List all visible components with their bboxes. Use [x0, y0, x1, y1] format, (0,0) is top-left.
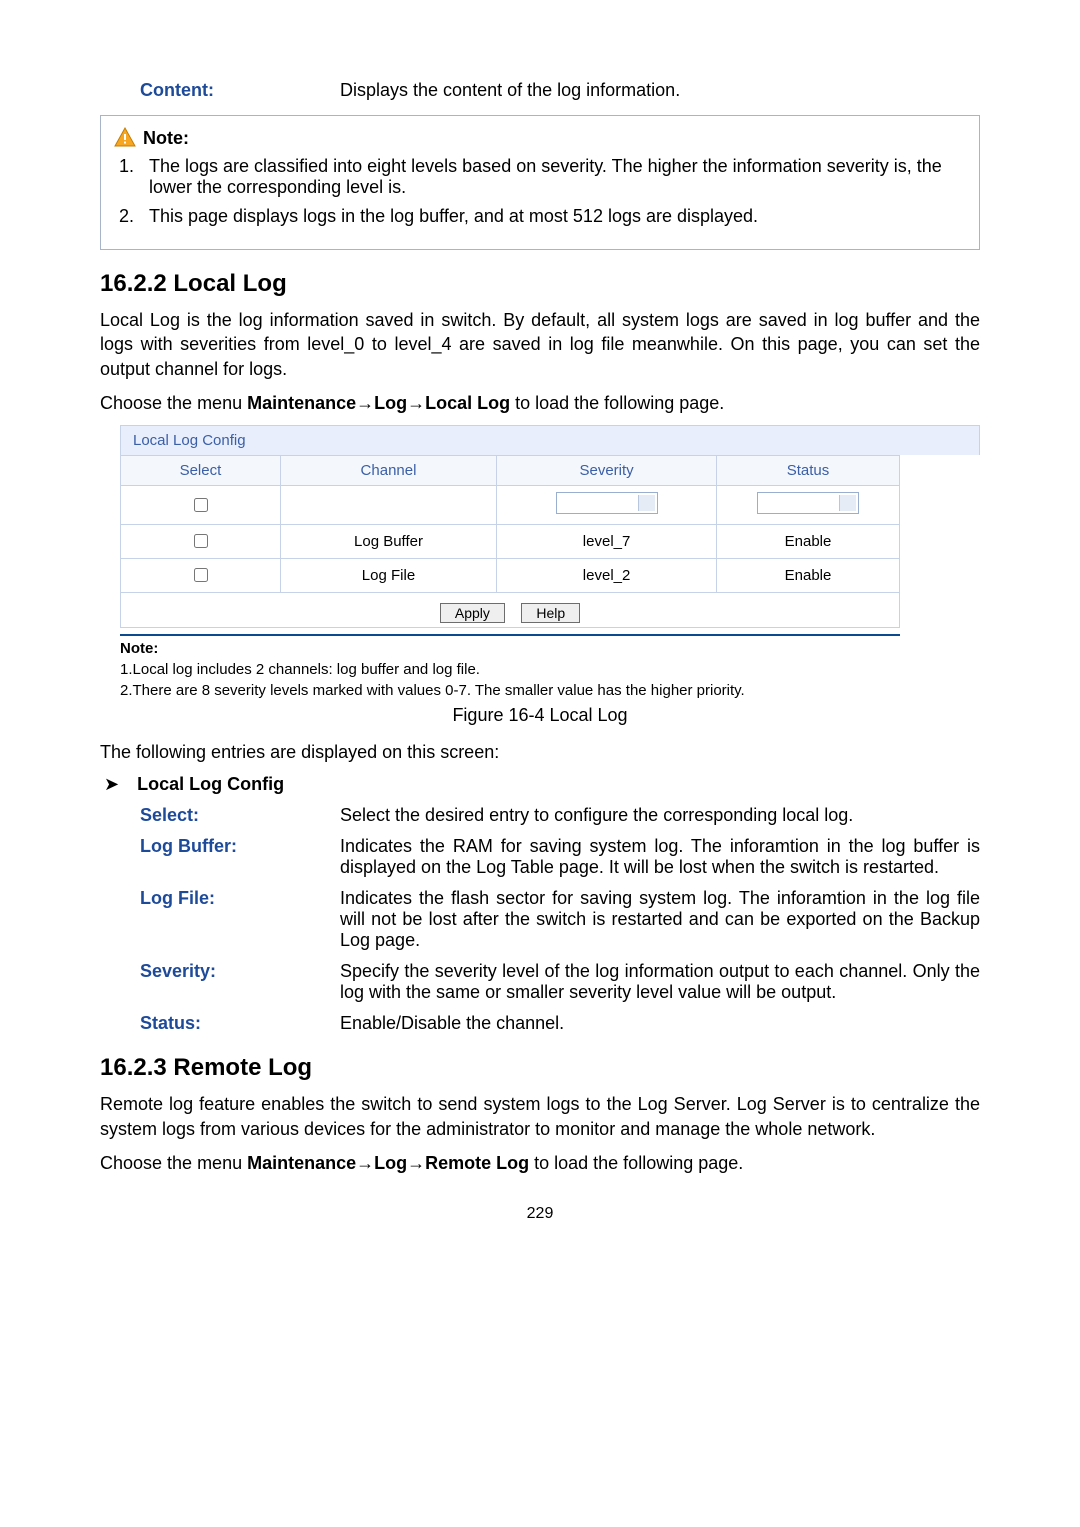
local-log-config-label: Local Log Config: [137, 774, 284, 795]
row-channel: Log File: [280, 559, 496, 593]
row-checkbox[interactable]: [194, 534, 208, 548]
local-log-config-figure: Local Log Config Select Channel Severity…: [120, 425, 980, 699]
def-row-log-file: Log File: Indicates the flash sector for…: [100, 888, 980, 951]
def-term: Select:: [100, 805, 340, 826]
def-term: Log Buffer:: [100, 836, 340, 878]
def-text: Specify the severity level of the log in…: [340, 961, 980, 1003]
severity-filter-dropdown[interactable]: ▼: [556, 492, 658, 514]
status-filter-dropdown[interactable]: ▼: [757, 492, 859, 514]
row-status: Enable: [717, 525, 900, 559]
remote-log-menu-path: Choose the menu Maintenance→Log→Remote L…: [100, 1151, 980, 1175]
select-all-checkbox[interactable]: [194, 498, 208, 512]
figure-note-line: 1.Local log includes 2 channels: log buf…: [120, 661, 980, 678]
page-number: 229: [100, 1205, 980, 1223]
local-log-menu-path: Choose the menu Maintenance→Log→Local Lo…: [100, 391, 980, 415]
content-def: Displays the content of the log informat…: [340, 80, 980, 101]
note-header-text: Note:: [143, 128, 189, 149]
content-term: Content:: [100, 80, 340, 101]
note-item: The logs are classified into eight level…: [139, 156, 967, 198]
def-row-severity: Severity: Specify the severity level of …: [100, 961, 980, 1003]
entries-intro: The following entries are displayed on t…: [100, 740, 980, 764]
section-heading-remote-log: 16.2.3 Remote Log: [100, 1054, 980, 1082]
def-text: Indicates the flash sector for saving sy…: [340, 888, 980, 951]
help-button[interactable]: Help: [521, 603, 580, 623]
figure-note-title: Note:: [120, 640, 158, 657]
def-text: Select the desired entry to configure th…: [340, 805, 980, 826]
def-term: Severity:: [100, 961, 340, 1003]
col-status: Status: [717, 456, 900, 486]
warning-icon: [113, 126, 137, 150]
def-term: Status:: [100, 1013, 340, 1034]
config-title: Local Log Config: [120, 425, 980, 455]
bullet-icon: ➤: [104, 774, 119, 795]
local-log-desc: Local Log is the log information saved i…: [100, 308, 980, 381]
row-channel: Log Buffer: [280, 525, 496, 559]
row-status: Enable: [717, 559, 900, 593]
row-severity: level_2: [497, 559, 717, 593]
row-severity: level_7: [497, 525, 717, 559]
def-term: Log File:: [100, 888, 340, 951]
note-item: This page displays logs in the log buffe…: [139, 206, 967, 227]
table-row: Log File level_2 Enable: [121, 559, 900, 593]
col-severity: Severity: [497, 456, 717, 486]
row-checkbox[interactable]: [194, 568, 208, 582]
def-text: Enable/Disable the channel.: [340, 1013, 980, 1034]
section-heading-local-log: 16.2.2 Local Log: [100, 270, 980, 298]
apply-button[interactable]: Apply: [440, 603, 505, 623]
col-select: Select: [121, 456, 281, 486]
def-row-status: Status: Enable/Disable the channel.: [100, 1013, 980, 1034]
content-definition-row: Content: Displays the content of the log…: [100, 80, 980, 101]
def-text: Indicates the RAM for saving system log.…: [340, 836, 980, 878]
figure-note-line: 2.There are 8 severity levels marked wit…: [120, 682, 980, 699]
col-channel: Channel: [280, 456, 496, 486]
def-row-select: Select: Select the desired entry to conf…: [100, 805, 980, 826]
def-row-log-buffer: Log Buffer: Indicates the RAM for saving…: [100, 836, 980, 878]
table-row: Log Buffer level_7 Enable: [121, 525, 900, 559]
note-box: Note: The logs are classified into eight…: [100, 115, 980, 250]
remote-log-desc: Remote log feature enables the switch to…: [100, 1092, 980, 1141]
figure-caption: Figure 16-4 Local Log: [100, 705, 980, 726]
